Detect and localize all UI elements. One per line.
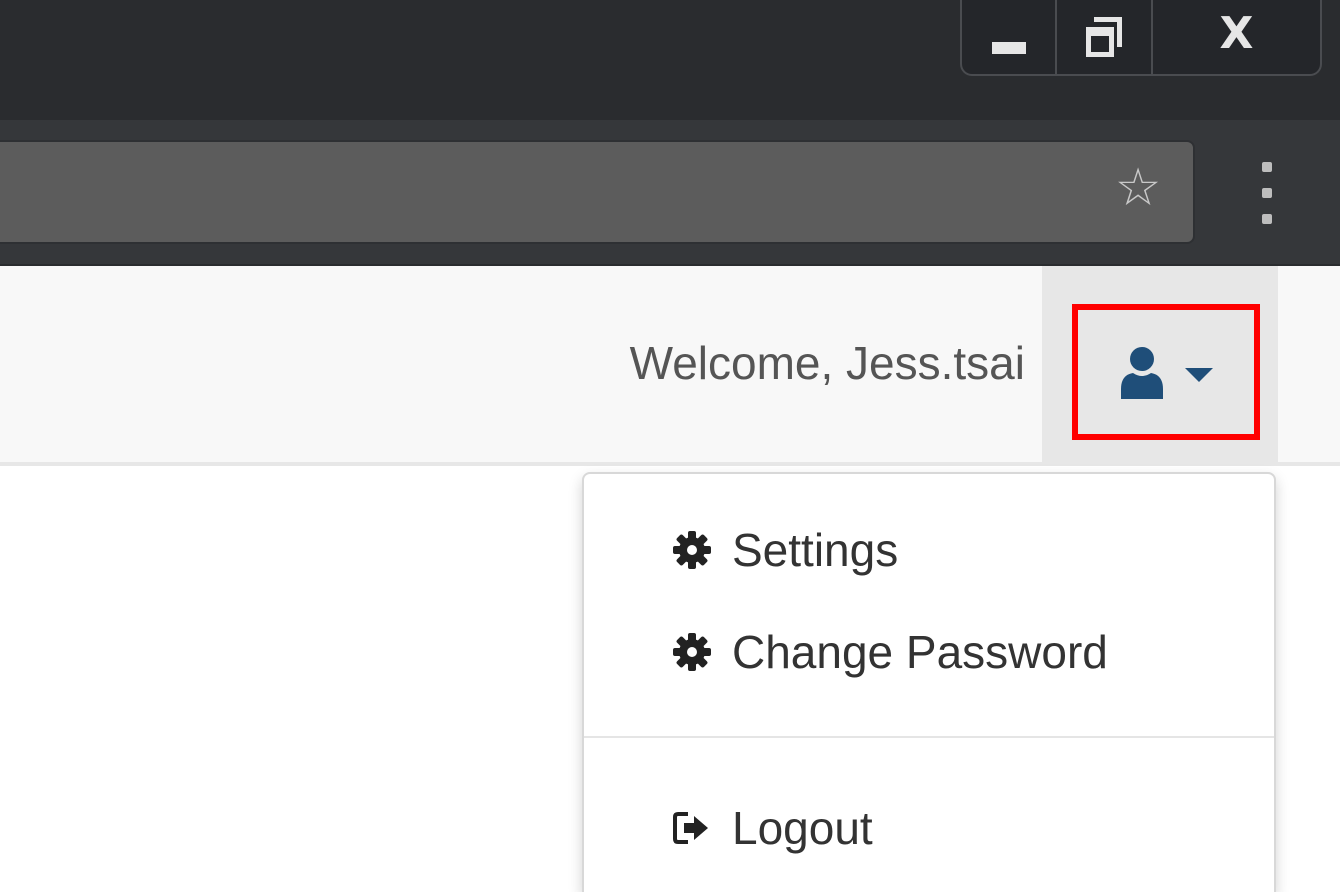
user-icon [1121, 347, 1163, 399]
menu-dot-icon [1262, 162, 1272, 172]
user-menu-toggle[interactable] [1072, 304, 1260, 440]
user-dropdown-menu: Settings Change Password Logout [582, 472, 1276, 892]
menu-item-settings[interactable]: Settings [584, 510, 1274, 590]
gear-icon [673, 633, 711, 671]
menu-dot-icon [1262, 188, 1272, 198]
menu-item-logout[interactable]: Logout [584, 788, 1274, 868]
sign-out-icon [673, 812, 708, 844]
menu-item-change-password[interactable]: Change Password [584, 612, 1274, 692]
welcome-text: Welcome, Jess.tsai [629, 337, 1025, 389]
menu-item-label: Change Password [732, 626, 1108, 678]
close-button[interactable]: X [1153, 0, 1320, 74]
menu-item-label: Logout [732, 802, 873, 854]
minimize-icon [991, 42, 1026, 54]
gear-icon [673, 531, 711, 569]
restore-button[interactable] [1057, 0, 1153, 74]
menu-dot-icon [1262, 214, 1272, 224]
minimize-button[interactable] [962, 0, 1058, 74]
menu-divider [584, 736, 1274, 738]
restore-icon [1086, 17, 1123, 57]
address-bar[interactable] [0, 140, 1195, 244]
chevron-down-icon [1185, 368, 1213, 382]
browser-title-bar: X [0, 0, 1340, 120]
close-icon: X [1219, 8, 1254, 59]
window-controls: X [960, 0, 1322, 76]
browser-menu-button[interactable] [1255, 162, 1279, 224]
menu-item-label: Settings [732, 524, 899, 576]
bookmark-star-icon[interactable]: ☆ [1108, 158, 1168, 218]
